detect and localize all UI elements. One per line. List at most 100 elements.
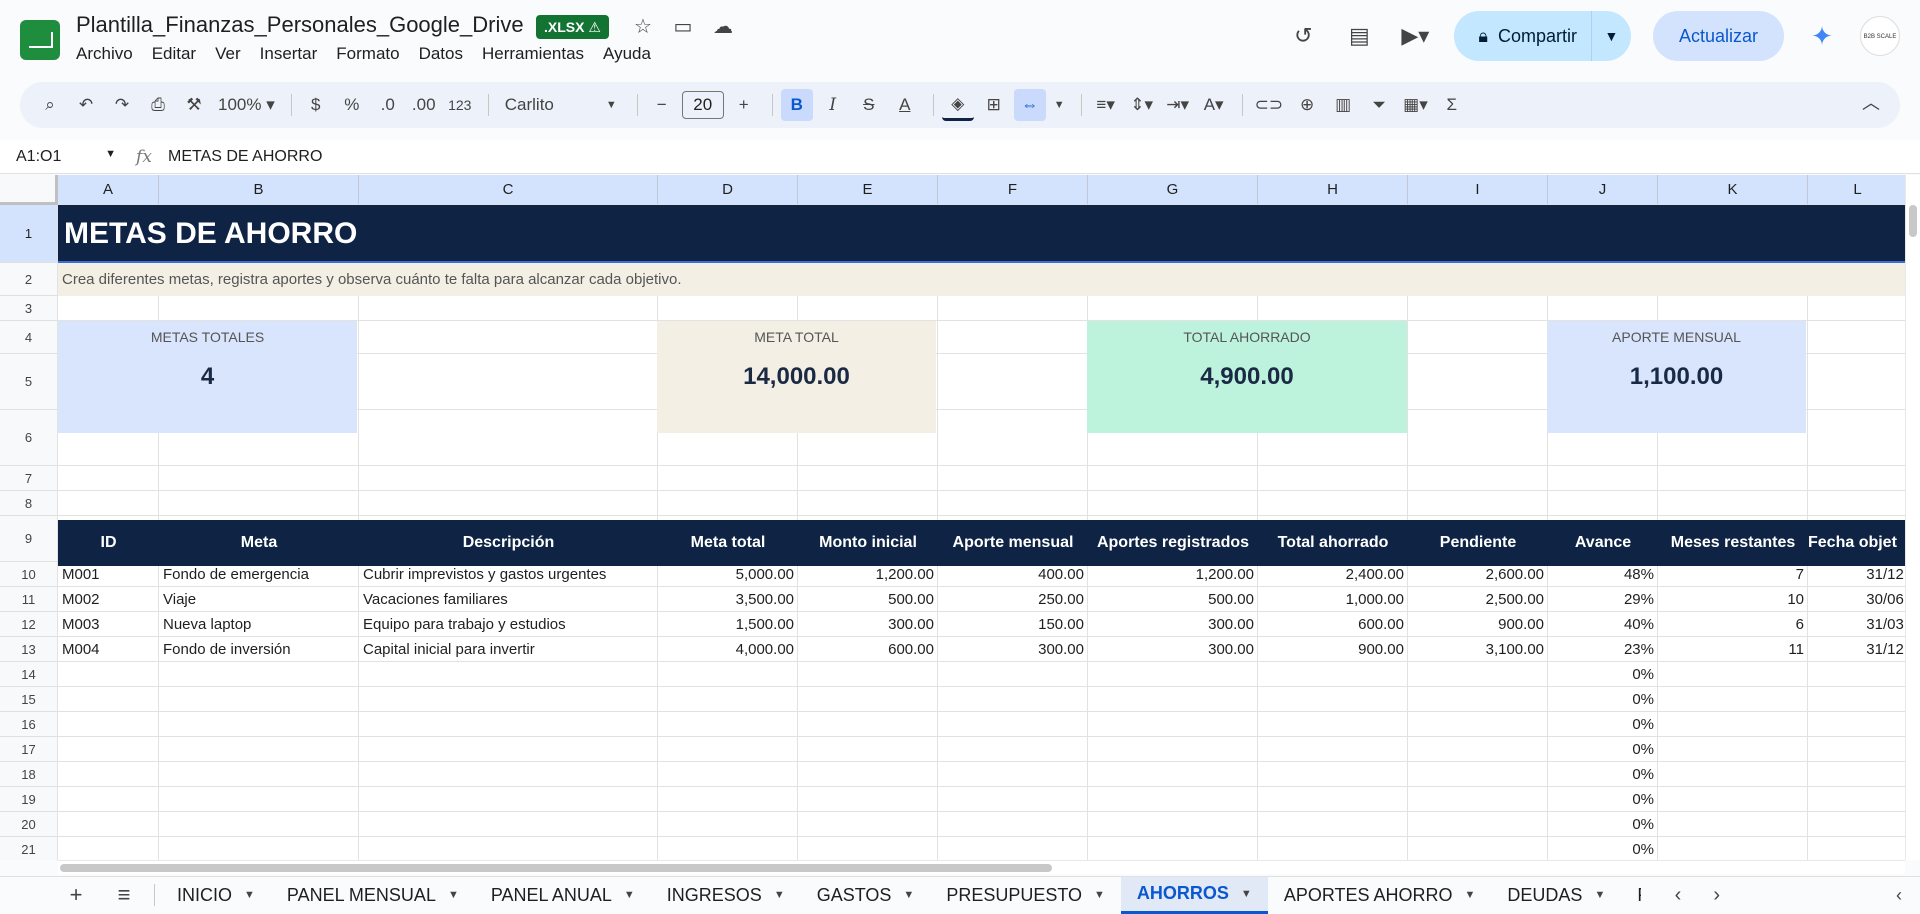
table-header-cell[interactable]: Fecha objet [1808, 520, 1905, 566]
column-header-h[interactable]: H [1258, 175, 1408, 205]
vertical-scroll-thumb[interactable] [1909, 205, 1917, 237]
row-header-11[interactable]: 11 [0, 587, 58, 612]
table-header-cell[interactable]: Pendiente [1408, 520, 1548, 566]
table-header-cell[interactable]: Aportes registrados [1088, 520, 1258, 566]
text-rotation-icon[interactable]: A▾ [1198, 89, 1230, 121]
meet-video-icon[interactable]: ▶▾ [1398, 19, 1432, 53]
row-header-12[interactable]: 12 [0, 612, 58, 637]
table-cell[interactable]: M003 [58, 612, 159, 637]
currency-format-button[interactable]: $ [300, 89, 332, 121]
star-icon[interactable]: ☆ [630, 14, 656, 40]
table-cell[interactable]: 3,500.00 [658, 587, 798, 612]
scroll-tabs-left-icon[interactable]: ‹ [1675, 884, 1682, 907]
italic-button[interactable]: I [817, 89, 849, 121]
merge-cells-icon[interactable]: ⇔ [1013, 89, 1046, 121]
increase-decimal-button[interactable]: .00 [408, 89, 440, 121]
column-header-c[interactable]: C [359, 175, 658, 205]
tab-panel-mensual[interactable]: PANEL MENSUAL ▼ [271, 877, 475, 914]
comments-icon[interactable]: ▤ [1342, 19, 1376, 53]
table-cell[interactable]: M001 [58, 562, 159, 587]
share-dropdown-button[interactable]: ▼ [1590, 11, 1631, 61]
menu-ver[interactable]: Ver [215, 44, 241, 64]
table-cell[interactable]: 11 [1658, 637, 1808, 662]
decrease-font-size-button[interactable]: − [646, 89, 678, 121]
table-cell[interactable]: 2,500.00 [1408, 587, 1548, 612]
borders-icon[interactable]: ⊞ [978, 89, 1010, 121]
table-cell[interactable]: M002 [58, 587, 159, 612]
cloud-status-icon[interactable]: ☁ [710, 14, 736, 40]
filter-icon[interactable]: ⏷ [1363, 89, 1395, 121]
table-header-cell[interactable]: Meses restantes [1658, 520, 1808, 566]
font-size-input[interactable]: 20 [681, 91, 724, 119]
row-header-18[interactable]: 18 [0, 762, 58, 787]
column-header-k[interactable]: K [1658, 175, 1808, 205]
table-cell[interactable]: Capital inicial para invertir [359, 637, 658, 662]
table-cell[interactable]: 29% [1548, 587, 1658, 612]
decrease-decimal-button[interactable]: .0 [372, 89, 404, 121]
chevron-down-icon[interactable]: ▼ [903, 889, 914, 901]
avance-empty-cell[interactable]: 0% [1548, 762, 1658, 787]
row-header-21[interactable]: 21 [0, 837, 58, 860]
column-header-e[interactable]: E [798, 175, 938, 205]
kpi-meta-total[interactable]: META TOTAL 14,000.00 [657, 321, 936, 433]
avatar[interactable]: B2B SCALE [1860, 16, 1900, 56]
tab-panel-anual[interactable]: PANEL ANUAL ▼ [475, 877, 651, 914]
row-header-2[interactable]: 2 [0, 263, 58, 296]
tab-aportes-ahorro[interactable]: APORTES AHORRO ▼ [1268, 877, 1492, 914]
avance-empty-cell[interactable]: 0% [1548, 712, 1658, 737]
chevron-down-icon[interactable]: ▼ [624, 889, 635, 901]
share-button[interactable]: 🔒︎ Compartir [1454, 11, 1591, 61]
text-wrapping-icon[interactable]: ⇥▾ [1162, 89, 1194, 121]
row-header-1[interactable]: 1 [0, 205, 58, 263]
undo-icon[interactable]: ↶ [70, 89, 102, 121]
font-select[interactable]: Carlito ▼ [497, 89, 625, 121]
kpi-metas-totales[interactable]: METAS TOTALES 4 [58, 321, 357, 433]
table-header-cell[interactable]: Monto inicial [798, 520, 938, 566]
select-all-corner[interactable] [0, 175, 58, 205]
table-cell[interactable]: 300.00 [938, 637, 1088, 662]
column-header-l[interactable]: L [1808, 175, 1905, 205]
menu-insertar[interactable]: Insertar [260, 44, 318, 64]
strikethrough-button[interactable]: S [853, 89, 885, 121]
sheets-logo-icon[interactable] [20, 20, 60, 60]
zoom-select[interactable]: 100% ▾ [214, 89, 279, 121]
move-folder-icon[interactable]: ▭ [670, 14, 696, 40]
table-icon[interactable]: ▦▾ [1399, 89, 1432, 121]
table-cell[interactable]: 7 [1658, 562, 1808, 587]
row-header-17[interactable]: 17 [0, 737, 58, 762]
text-color-button[interactable]: A [889, 89, 921, 121]
increase-font-size-button[interactable]: + [728, 89, 760, 121]
horizontal-align-icon[interactable]: ≡▾ [1090, 89, 1122, 121]
table-cell[interactable]: 30/06, [1808, 587, 1905, 612]
redo-icon[interactable]: ↷ [106, 89, 138, 121]
row-header-6[interactable]: 6 [0, 410, 58, 466]
chevron-down-icon[interactable]: ▼ [244, 889, 255, 901]
menu-formato[interactable]: Formato [336, 44, 399, 64]
table-header-cell[interactable]: Avance [1548, 520, 1658, 566]
horizontal-scrollbar[interactable] [58, 860, 1905, 874]
all-sheets-button[interactable]: ≡ [100, 882, 148, 908]
sheet-subtitle-cell[interactable]: Crea diferentes metas, registra aportes … [58, 263, 1905, 296]
scroll-tabs-right-icon[interactable]: › [1713, 884, 1720, 907]
table-cell[interactable]: 3,100.00 [1408, 637, 1548, 662]
gemini-icon[interactable]: ✦ [1806, 20, 1838, 52]
tab-ahorros[interactable]: AHORROS ▼ [1120, 876, 1268, 914]
table-cell[interactable]: 23% [1548, 637, 1658, 662]
table-cell[interactable]: Fondo de emergencia [159, 562, 359, 587]
row-header-13[interactable]: 13 [0, 637, 58, 662]
insert-chart-icon[interactable]: ▥ [1327, 89, 1359, 121]
tab-pa[interactable]: PA [1621, 877, 1641, 914]
table-cell[interactable]: 1,200.00 [798, 562, 938, 587]
table-cell[interactable]: Cubrir imprevistos y gastos urgentes [359, 562, 658, 587]
row-header-8[interactable]: 8 [0, 491, 58, 516]
column-header-f[interactable]: F [938, 175, 1088, 205]
tab-deudas[interactable]: DEUDAS ▼ [1491, 877, 1621, 914]
table-cell[interactable]: 250.00 [938, 587, 1088, 612]
paint-format-icon[interactable]: ⚒ [178, 89, 210, 121]
chevron-down-icon[interactable]: ▼ [1094, 889, 1105, 901]
table-cell[interactable]: Nueva laptop [159, 612, 359, 637]
column-header-a[interactable]: A [58, 175, 159, 205]
add-sheet-button[interactable]: + [52, 882, 100, 908]
sheet-title-cell[interactable]: METAS DE AHORRO [58, 205, 1905, 263]
row-header-3[interactable]: 3 [0, 296, 58, 321]
